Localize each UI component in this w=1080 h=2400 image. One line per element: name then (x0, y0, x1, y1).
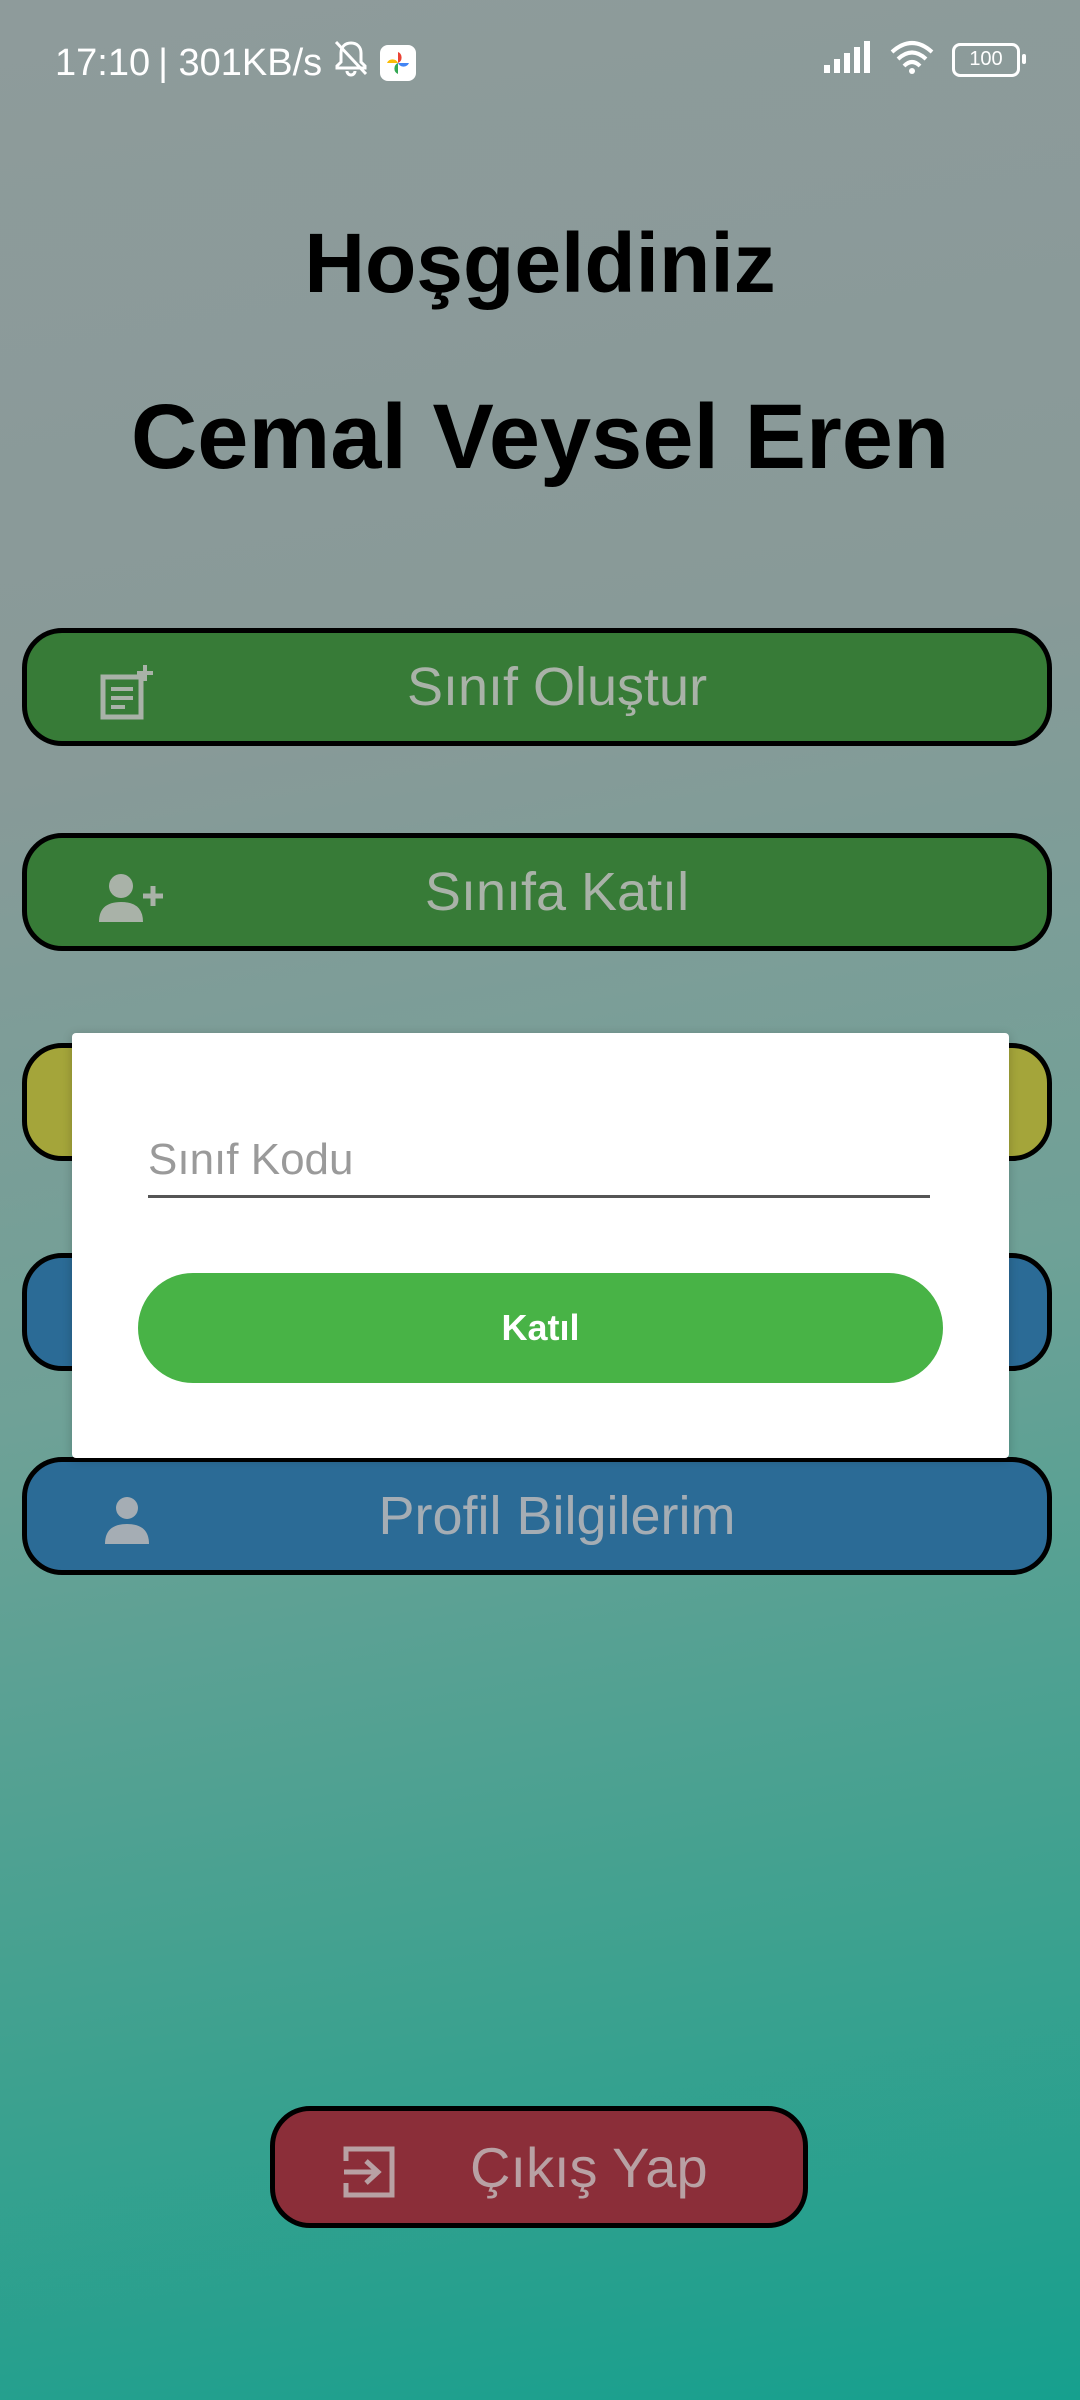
status-right: 100 (822, 40, 1026, 79)
profile-button[interactable]: Profil Bilgilerim (22, 1457, 1052, 1575)
create-class-label: Sınıf Oluştur (406, 657, 708, 717)
class-code-input[interactable] (148, 1125, 930, 1198)
logout-button[interactable]: Çıkış Yap (270, 2106, 808, 2228)
join-button[interactable]: Katıl (138, 1273, 943, 1383)
logout-label: Çıkış Yap (470, 2135, 708, 2199)
status-net-speed: | 301KB/s (158, 41, 323, 84)
photos-app-icon (380, 45, 417, 81)
signal-icon (822, 41, 872, 78)
welcome-greeting: Hoşgeldiniz (304, 216, 776, 310)
join-class-button[interactable]: Sınıfa Katıl (22, 833, 1052, 951)
status-left: 17:10 | 301KB/s (55, 38, 417, 88)
bell-off-icon (330, 38, 372, 88)
status-time: 17:10 (55, 41, 151, 84)
join-class-label: Sınıfa Katıl (424, 862, 690, 922)
profile-label: Profil Bilgilerim (378, 1486, 736, 1546)
join-class-dialog: Katıl (72, 1033, 1009, 1458)
logout-icon (340, 2143, 398, 2201)
battery-indicator: 100 (952, 42, 1026, 77)
create-class-button[interactable]: Sınıf Oluştur (22, 628, 1052, 746)
user-name: Cemal Veysel Eren (130, 386, 950, 488)
wifi-icon (890, 40, 934, 79)
status-bar: 17:10 | 301KB/s 100 (0, 0, 1080, 120)
